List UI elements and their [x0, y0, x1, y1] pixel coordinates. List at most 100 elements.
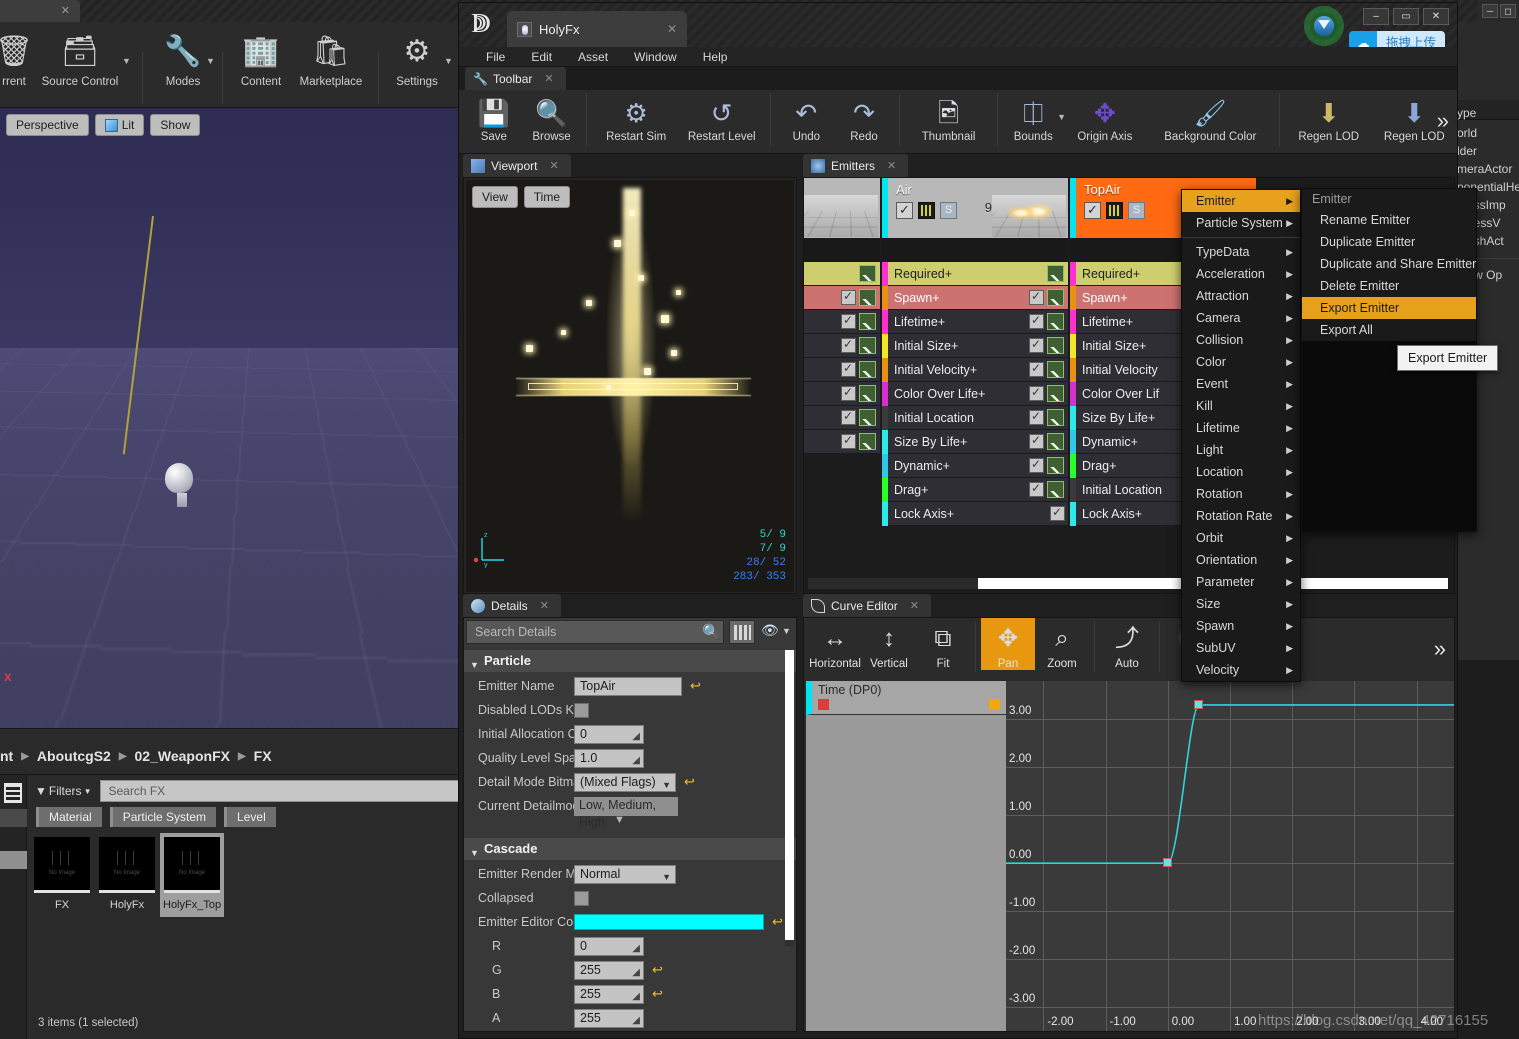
- module-enabled-checkbox[interactable]: [1050, 505, 1065, 521]
- toolbar-item-marketplace[interactable]: 🛍 Marketplace: [292, 28, 370, 88]
- maximize-button[interactable]: ▭: [1393, 8, 1419, 25]
- level-viewport[interactable]: Perspective Lit Show x: [0, 108, 462, 728]
- viewport-time-button[interactable]: Time: [523, 186, 571, 208]
- property-dropdown[interactable]: (Mixed Flags) ▼: [574, 772, 676, 792]
- module-enabled-checkbox[interactable]: [1029, 433, 1044, 449]
- module-enabled-checkbox[interactable]: [841, 289, 856, 305]
- emitter-header[interactable]: 52: [804, 178, 880, 238]
- emitter-module-row[interactable]: Spawn+: [882, 285, 1068, 310]
- spinner-icon[interactable]: ◢: [632, 752, 640, 769]
- property-number-input[interactable]: 0 ◢: [574, 936, 644, 957]
- spinner-icon[interactable]: ◢: [632, 1012, 640, 1029]
- cascade-document-tab[interactable]: HolyFx ✕: [507, 11, 687, 47]
- emitter-module-row[interactable]: Size By Life+: [882, 429, 1068, 454]
- level-editor-tab[interactable]: ✕: [0, 0, 80, 22]
- breadcrumb-item[interactable]: FX: [254, 748, 272, 764]
- menu-item-subuv[interactable]: SubUV ▶: [1182, 637, 1300, 659]
- toolbar-item-modes[interactable]: 🔧 Modes: [152, 28, 214, 88]
- close-icon[interactable]: ✕: [887, 159, 896, 172]
- emitter-header[interactable]: Air S 9: [882, 178, 1068, 238]
- property-color-swatch[interactable]: [574, 914, 764, 930]
- emitter-module-row[interactable]: Lock Axis+: [882, 501, 1068, 526]
- emitter-module-row[interactable]: [804, 286, 880, 310]
- menu-item-export-all[interactable]: Export All: [1302, 319, 1476, 341]
- asset-tile[interactable]: HolyFx: [95, 833, 159, 917]
- context-menu-module-categories[interactable]: Emitter ▶ Particle System ▶ TypeData ▶ Acceler…: [1181, 189, 1301, 682]
- outliner-row[interactable]: lder: [1457, 144, 1477, 158]
- toolbar-bounds-button[interactable]: ⎅ Bounds ▼: [1004, 90, 1066, 143]
- menu-item-event[interactable]: Event ▶: [1182, 373, 1300, 395]
- tab-toolbar[interactable]: 🔧 Toolbar ✕: [465, 67, 566, 90]
- module-enabled-checkbox[interactable]: [841, 433, 856, 449]
- property-number-input[interactable]: 255 ◢: [574, 960, 644, 981]
- curve-tool-auto[interactable]: ⤴ Auto: [1100, 618, 1154, 670]
- filter-chip-material[interactable]: Material: [36, 807, 102, 827]
- search-details-input[interactable]: Search Details: [466, 620, 724, 644]
- menu-asset[interactable]: Asset: [565, 50, 621, 64]
- module-curve-toggle-icon[interactable]: [1047, 385, 1064, 402]
- menu-item-velocity[interactable]: Velocity ▶: [1182, 659, 1300, 681]
- viewport-light-actor[interactable]: [165, 463, 199, 515]
- menu-item-kill[interactable]: Kill ▶: [1182, 395, 1300, 417]
- menu-file[interactable]: File: [473, 50, 518, 64]
- asset-tile[interactable]: FX: [30, 833, 94, 917]
- reset-to-default-icon[interactable]: ↩: [772, 914, 783, 930]
- menu-item-lifetime[interactable]: Lifetime ▶: [1182, 417, 1300, 439]
- module-curve-toggle-icon[interactable]: [859, 337, 876, 354]
- emitter-module-row[interactable]: [804, 430, 880, 454]
- viewport-show-button[interactable]: Show: [150, 114, 201, 136]
- track-color-swatch-red[interactable]: [818, 699, 829, 710]
- toolbar-item-content[interactable]: 🏢 Content: [232, 28, 290, 88]
- menu-item-acceleration[interactable]: Acceleration ▶: [1182, 263, 1300, 285]
- emitter-column[interactable]: 52 + city Life+ e+: [804, 178, 880, 526]
- toolbar-restart-sim-button[interactable]: ⚙ Restart Sim: [593, 90, 679, 143]
- property-number-input[interactable]: 255 ◢: [574, 984, 644, 1005]
- module-enabled-checkbox[interactable]: [841, 337, 856, 353]
- module-curve-toggle-icon[interactable]: [1047, 265, 1064, 282]
- scrollbar-thumb[interactable]: [785, 650, 794, 940]
- menu-item-orbit[interactable]: Orbit ▶: [1182, 527, 1300, 549]
- module-curve-toggle-icon[interactable]: [1047, 337, 1064, 354]
- details-section-header[interactable]: ▼ Cascade: [464, 838, 796, 860]
- module-curve-toggle-icon[interactable]: [1047, 313, 1064, 330]
- spinner-icon[interactable]: ◢: [632, 964, 640, 981]
- menu-item-camera[interactable]: Camera ▶: [1182, 307, 1300, 329]
- toolbar-thumbnail-button[interactable]: 🖻 Thumbnail: [906, 90, 992, 143]
- menu-item-rename-emitter[interactable]: Rename Emitter: [1302, 209, 1476, 231]
- module-curve-toggle-icon[interactable]: [859, 433, 876, 450]
- module-curve-toggle-icon[interactable]: [1047, 433, 1064, 450]
- spinner-icon[interactable]: ◢: [632, 940, 640, 957]
- breadcrumb[interactable]: nt ▶ AboutcgS2 ▶ 02_WeaponFX ▶ FX: [0, 739, 462, 773]
- minimize-button[interactable]: –: [1363, 8, 1389, 25]
- menu-edit[interactable]: Edit: [518, 50, 565, 64]
- sources-item[interactable]: [0, 809, 27, 827]
- reset-to-default-icon[interactable]: ↩: [690, 678, 701, 694]
- module-enabled-checkbox[interactable]: [1029, 289, 1044, 305]
- menu-item-attraction[interactable]: Attraction ▶: [1182, 285, 1300, 307]
- module-enabled-checkbox[interactable]: [1029, 457, 1044, 473]
- eye-icon[interactable]: 👁: [761, 622, 779, 639]
- close-button[interactable]: ✕: [1423, 8, 1449, 25]
- emitter-module-row[interactable]: city: [804, 358, 880, 382]
- emitter-module-row[interactable]: Lifetime+: [882, 309, 1068, 334]
- emitter-column[interactable]: Air S 9 Required+ Spawn+ Lifetime+ Initial Siz…: [882, 178, 1068, 526]
- menu-item-color[interactable]: Color ▶: [1182, 351, 1300, 373]
- curve-tool-fit[interactable]: ⧉ Fit: [916, 618, 970, 670]
- viewport-perspective-button[interactable]: Perspective: [6, 114, 89, 136]
- breadcrumb-item[interactable]: nt: [0, 748, 13, 764]
- module-enabled-checkbox[interactable]: [841, 385, 856, 401]
- module-curve-toggle-icon[interactable]: [859, 289, 876, 306]
- chevron-down-icon[interactable]: ▼: [782, 626, 791, 636]
- spinner-icon[interactable]: ◢: [632, 988, 640, 1005]
- module-curve-toggle-icon[interactable]: [1047, 289, 1064, 306]
- curve-keyframe-point[interactable]: [1162, 858, 1172, 868]
- toolbar-regen-lod-button[interactable]: ⬇ Regen LOD: [1286, 90, 1372, 143]
- property-number-input[interactable]: 255 ◢: [574, 1008, 644, 1029]
- emitter-lod-icon[interactable]: [918, 202, 935, 219]
- menu-item-typedata[interactable]: TypeData ▶: [1182, 241, 1300, 263]
- module-curve-toggle-icon[interactable]: [859, 313, 876, 330]
- emitter-module-row[interactable]: +: [804, 334, 880, 358]
- emitter-module-row[interactable]: Initial Size+: [882, 333, 1068, 358]
- tab-emitters[interactable]: Emitters ✕: [803, 154, 909, 177]
- toolbar-restart-level-button[interactable]: ↺ Restart Level: [679, 90, 765, 143]
